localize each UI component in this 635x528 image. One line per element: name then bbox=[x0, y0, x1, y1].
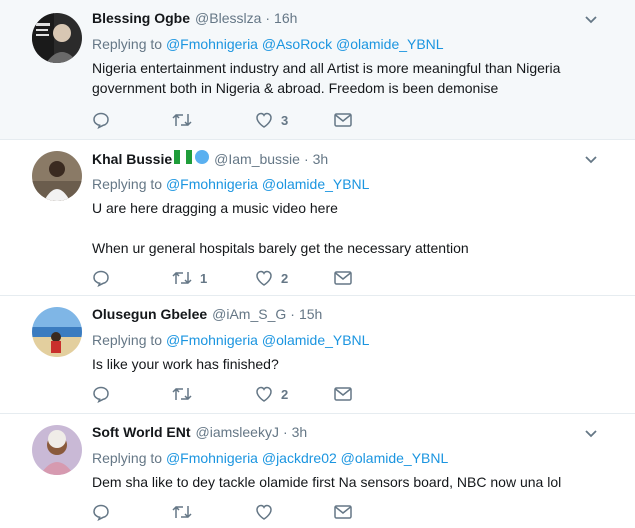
tweet-item[interactable]: Olusegun Gbelee @iAm_S_G · 15h Replying … bbox=[0, 296, 635, 414]
avatar[interactable] bbox=[32, 425, 82, 475]
tweet-text-line: When ur general hospitals barely get the… bbox=[92, 240, 469, 256]
avatar[interactable] bbox=[32, 13, 82, 63]
envelope-icon bbox=[334, 387, 352, 401]
tweet-text: Is like your work has finished? bbox=[92, 354, 595, 374]
mention-link[interactable]: @Fmohnigeria bbox=[166, 176, 258, 192]
envelope-icon bbox=[334, 271, 352, 285]
nigeria-flag-icon bbox=[174, 150, 193, 167]
user-handle[interactable]: @Iam_bussie bbox=[214, 151, 300, 167]
reply-icon bbox=[93, 112, 109, 129]
reply-icon bbox=[93, 270, 109, 287]
tweet-text-line: Is like your work has finished? bbox=[92, 356, 279, 372]
separator-dot: · bbox=[290, 306, 295, 322]
retweet-button[interactable] bbox=[172, 112, 200, 128]
display-name[interactable]: Soft World ENt bbox=[92, 424, 191, 440]
separator-dot: · bbox=[265, 10, 271, 26]
tweet-item[interactable]: Khal Bussie @Iam_bussie · 3h Replying to… bbox=[0, 140, 635, 296]
retweet-button[interactable] bbox=[172, 386, 200, 402]
retweet-icon bbox=[172, 113, 192, 127]
retweet-icon bbox=[172, 505, 192, 519]
envelope-icon bbox=[334, 113, 352, 127]
tweet-header: Blessing Ogbe @Blesslza · 16h bbox=[92, 10, 595, 30]
retweet-icon bbox=[172, 271, 192, 285]
separator-dot: · bbox=[303, 151, 309, 167]
tweet-item[interactable]: Blessing Ogbe @Blesslza · 16h Replying t… bbox=[0, 0, 635, 140]
envelope-icon bbox=[334, 505, 352, 519]
direct-message-button[interactable] bbox=[334, 505, 352, 519]
direct-message-button[interactable] bbox=[334, 113, 352, 127]
reply-icon bbox=[93, 504, 109, 521]
mention-link[interactable]: @jackdre02 bbox=[262, 450, 337, 466]
like-count: 3 bbox=[281, 112, 289, 128]
replying-to: Replying to @Fmohnigeria @olamide_YBNL bbox=[92, 332, 595, 348]
timestamp[interactable]: 3h bbox=[313, 151, 329, 167]
tweet-header: Soft World ENt @iamsleekyJ · 3h bbox=[92, 424, 595, 444]
user-handle[interactable]: @Blesslza bbox=[195, 10, 261, 26]
like-button[interactable]: 2 bbox=[255, 386, 288, 402]
reply-icon bbox=[93, 386, 109, 403]
heart-icon bbox=[256, 112, 272, 128]
replying-to-label: Replying to bbox=[92, 176, 163, 192]
display-name[interactable]: Blessing Ogbe bbox=[92, 10, 190, 26]
tweet-header: Khal Bussie @Iam_bussie · 3h bbox=[92, 150, 595, 170]
tweet-text-line: U are here dragging a music video here bbox=[92, 200, 338, 216]
retweet-button[interactable]: 1 bbox=[172, 270, 207, 286]
retweet-icon bbox=[172, 387, 192, 401]
tweet-header: Olusegun Gbelee @iAm_S_G · 15h bbox=[92, 306, 595, 326]
retweet-button[interactable] bbox=[172, 504, 200, 520]
user-handle[interactable]: @iAm_S_G bbox=[212, 306, 286, 322]
reply-button[interactable] bbox=[92, 269, 110, 287]
tweet-text: U are here dragging a music video here W… bbox=[92, 198, 595, 258]
heart-icon bbox=[256, 270, 272, 286]
tweet-text: Dem sha like to dey tackle olamide first… bbox=[92, 472, 595, 492]
mention-link[interactable]: @olamide_YBNL bbox=[336, 36, 444, 52]
heart-icon bbox=[256, 504, 272, 520]
reply-button[interactable] bbox=[92, 503, 110, 521]
tweet-text-line: government both in Nigeria & abroad. Fre… bbox=[92, 80, 499, 96]
display-name[interactable]: Olusegun Gbelee bbox=[92, 306, 207, 322]
like-count: 2 bbox=[281, 386, 289, 402]
reply-button[interactable] bbox=[92, 111, 110, 129]
tweet-item[interactable]: Soft World ENt @iamsleekyJ · 3h Replying… bbox=[0, 414, 635, 528]
replying-to: Replying to @Fmohnigeria @olamide_YBNL bbox=[92, 176, 595, 192]
replying-to: Replying to @Fmohnigeria @jackdre02 @ola… bbox=[92, 450, 595, 466]
reply-button[interactable] bbox=[92, 385, 110, 403]
heart-icon bbox=[256, 386, 272, 402]
user-handle[interactable]: @iamsleekyJ bbox=[196, 424, 279, 440]
mention-link[interactable]: @Fmohnigeria bbox=[166, 450, 258, 466]
retweet-count: 1 bbox=[200, 270, 208, 286]
globe-icon bbox=[195, 150, 210, 164]
like-button[interactable] bbox=[255, 504, 281, 520]
replying-to-label: Replying to bbox=[92, 36, 163, 52]
like-count: 2 bbox=[281, 270, 289, 286]
mention-link[interactable]: @AsoRock bbox=[262, 36, 332, 52]
timestamp[interactable]: 3h bbox=[292, 424, 308, 440]
like-button[interactable]: 3 bbox=[255, 112, 288, 128]
mention-link[interactable]: @olamide_YBNL bbox=[262, 332, 370, 348]
replying-to: Replying to @Fmohnigeria @AsoRock @olami… bbox=[92, 36, 595, 52]
direct-message-button[interactable] bbox=[334, 387, 352, 401]
chevron-down-icon[interactable] bbox=[585, 430, 597, 438]
like-button[interactable]: 2 bbox=[255, 270, 288, 286]
mention-link[interactable]: @Fmohnigeria bbox=[166, 36, 258, 52]
display-name[interactable]: Khal Bussie bbox=[92, 151, 172, 167]
separator-dot: · bbox=[282, 424, 288, 440]
mention-link[interactable]: @olamide_YBNL bbox=[262, 176, 370, 192]
mention-link[interactable]: @olamide_YBNL bbox=[341, 450, 449, 466]
tweet-text-line: Nigeria entertainment industry and all A… bbox=[92, 60, 561, 76]
replying-to-label: Replying to bbox=[92, 450, 163, 466]
avatar[interactable] bbox=[32, 307, 82, 357]
avatar[interactable] bbox=[32, 151, 82, 201]
timestamp[interactable]: 15h bbox=[299, 306, 322, 322]
direct-message-button[interactable] bbox=[334, 271, 352, 285]
tweet-text: Nigeria entertainment industry and all A… bbox=[92, 58, 595, 98]
chevron-down-icon[interactable] bbox=[585, 156, 597, 164]
tweet-text-line: Dem sha like to dey tackle olamide first… bbox=[92, 474, 562, 490]
chevron-down-icon[interactable] bbox=[585, 16, 597, 24]
tweet-text-blank-line bbox=[92, 218, 595, 238]
replying-to-label: Replying to bbox=[92, 332, 163, 348]
timestamp[interactable]: 16h bbox=[274, 10, 297, 26]
mention-link[interactable]: @Fmohnigeria bbox=[166, 332, 258, 348]
